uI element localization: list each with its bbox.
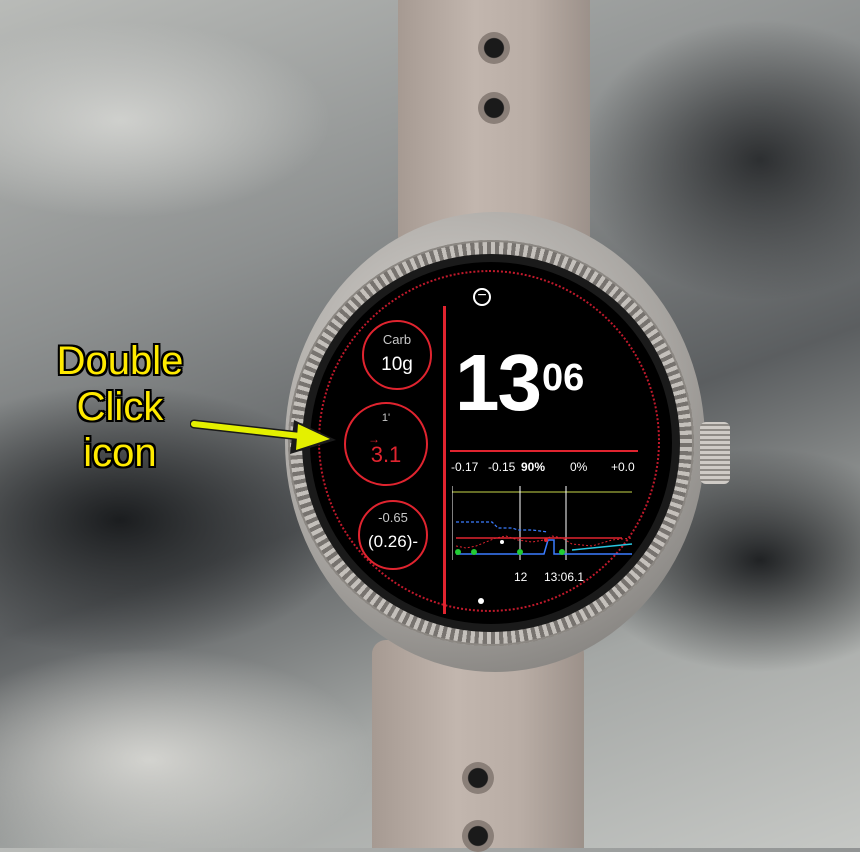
time-minute: 06	[542, 357, 585, 399]
annotation-line: icon	[83, 431, 157, 475]
strap-hole	[478, 32, 510, 64]
complication-value: 10g	[381, 354, 413, 375]
chart-x-label: 12	[514, 570, 528, 584]
strap-hole	[462, 762, 494, 794]
chart-point	[517, 549, 523, 555]
arrow-right-icon: →	[368, 432, 380, 446]
complication-iob[interactable]: -0.65 (0.26)-	[358, 500, 428, 570]
chart-point-white	[500, 540, 504, 544]
chart-point-red	[544, 538, 548, 542]
page-indicator-dot	[478, 598, 484, 604]
complication-value: (0.26)-	[367, 532, 419, 551]
annotation-arrow-icon	[190, 419, 336, 454]
annotation-line: Click	[76, 385, 164, 429]
strap-hole	[478, 92, 510, 124]
chart-point	[471, 549, 477, 555]
delta-value: -0.17	[451, 460, 479, 474]
chart-x-label: 13:06.1	[544, 570, 585, 584]
complication-carb[interactable]: Carb 10g	[362, 320, 432, 390]
complication-bolus[interactable]: 1' 3.1 →	[344, 402, 428, 486]
watch-crown[interactable]	[700, 422, 730, 484]
complication-label: -0.65	[378, 510, 408, 525]
annotation-line: Double	[56, 339, 184, 383]
annotation-text: Double Click icon	[30, 338, 210, 476]
divider-vertical	[443, 306, 446, 614]
glucose-chart	[452, 486, 633, 560]
complication-value: 3.1	[370, 442, 402, 467]
percent-value: 90%	[521, 460, 546, 474]
complication-label: Carb	[382, 332, 412, 347]
chart-basal-line	[456, 521, 549, 533]
strap-hole	[462, 820, 494, 852]
change-value: +0.0	[611, 460, 635, 474]
chart-line-cyan	[571, 543, 633, 551]
complication-label: 1'	[381, 412, 391, 424]
percent2-value: 0%	[570, 460, 588, 474]
minus-circle-icon[interactable]: −	[473, 288, 491, 306]
delta-avg-value: -0.15	[488, 460, 516, 474]
chart-point	[455, 549, 461, 555]
divider-horizontal	[450, 450, 638, 452]
chart-point	[559, 549, 565, 555]
time-hour: 13	[455, 338, 542, 427]
